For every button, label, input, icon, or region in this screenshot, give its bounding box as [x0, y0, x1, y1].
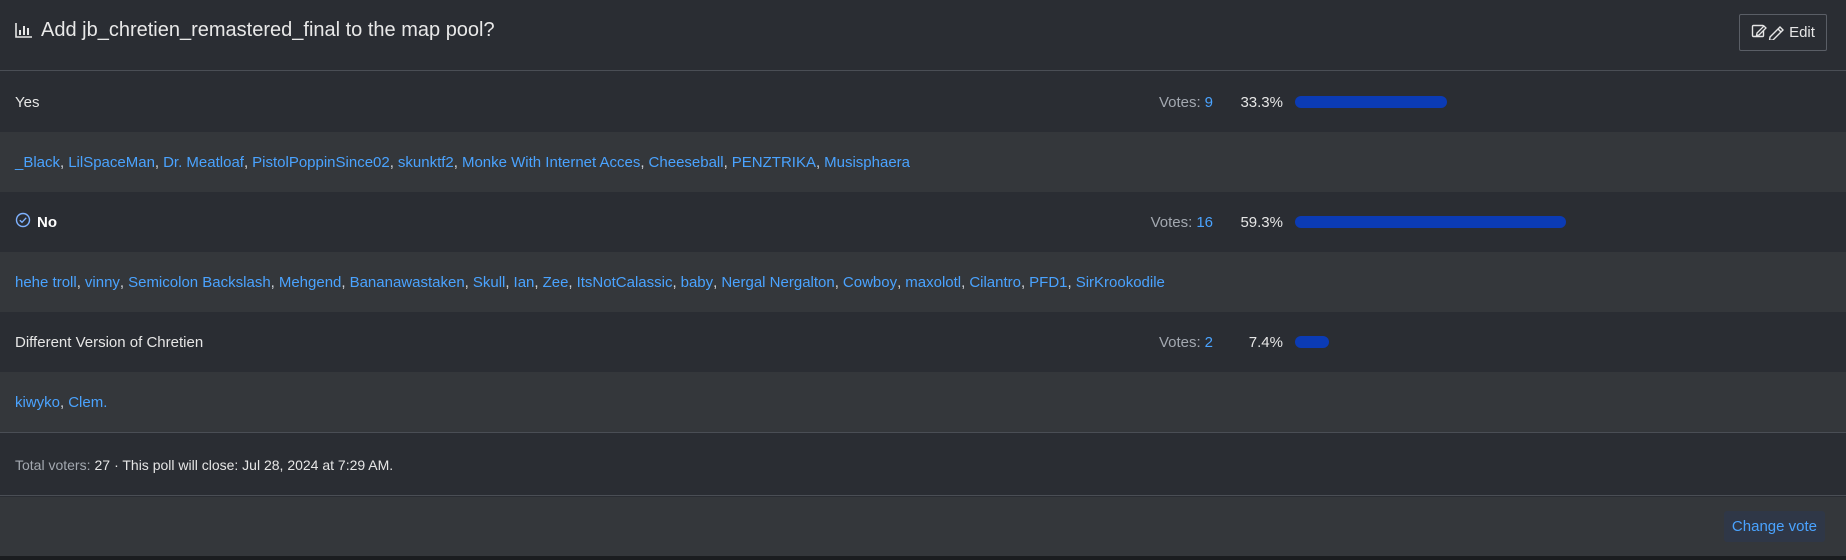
- poll-block: Add jb_chretien_remastered_final to the …: [0, 0, 1846, 560]
- votes-label: Votes:: [1158, 93, 1201, 111]
- vote-percent: 59.3%: [1240, 213, 1283, 231]
- poll-info: Total voters: 27 · This poll will close:…: [15, 433, 393, 497]
- voter-link[interactable]: Nergal Nergalton: [721, 274, 834, 291]
- voter-link[interactable]: vinny: [85, 274, 120, 291]
- voter-separator: ,: [672, 273, 677, 291]
- voter-separator: ,: [897, 273, 902, 291]
- option-label-text: No: [37, 213, 57, 231]
- option-label-chosen: No: [15, 192, 57, 252]
- voter-separator: ,: [640, 153, 645, 171]
- voter-list: _Black, LilSpaceMan, Dr. Meatloaf, PistolPo…: [15, 132, 1815, 192]
- bar-chart-icon: [15, 22, 33, 38]
- voter-separator: ,: [464, 273, 469, 291]
- voter-link[interactable]: LilSpaceMan: [68, 154, 155, 171]
- voter-separator: ,: [453, 153, 458, 171]
- vote-count-box: Votes: 16: [1151, 192, 1213, 252]
- voter-link[interactable]: PFD1: [1029, 274, 1067, 291]
- vote-percent: 33.3%: [1240, 93, 1283, 111]
- option-label: Different Version of Chretien: [15, 333, 204, 351]
- vote-bar: [1295, 336, 1615, 348]
- voter-list-row-yes: _Black, LilSpaceMan, Dr. Meatloaf, PistolPo…: [0, 132, 1846, 192]
- voter-link[interactable]: maxolotl: [905, 274, 961, 291]
- voter-list: kiwyko, Clem.: [15, 372, 1815, 432]
- voter-separator: ,: [834, 273, 839, 291]
- voter-link[interactable]: ItsNotCalassic: [577, 274, 673, 291]
- poll-actions-bar: Change vote: [0, 497, 1846, 556]
- voter-link[interactable]: baby: [681, 274, 714, 291]
- poll-title: Add jb_chretien_remastered_final to the …: [15, 16, 495, 44]
- voter-separator: ,: [961, 273, 966, 291]
- bottom-divider: [0, 556, 1846, 560]
- total-voters-count: 27: [94, 457, 111, 473]
- voter-separator: ,: [76, 273, 81, 291]
- voter-link[interactable]: Semicolon Backslash: [128, 274, 271, 291]
- vote-bar-fill: [1295, 216, 1567, 228]
- voter-separator: ,: [505, 273, 510, 291]
- voter-link[interactable]: Cheeseball: [649, 154, 724, 171]
- voter-separator: ,: [1021, 273, 1026, 291]
- voter-separator: ,: [568, 273, 573, 291]
- voter-separator: ,: [243, 153, 249, 171]
- voter-link[interactable]: _Black: [15, 154, 60, 171]
- voter-link[interactable]: Cowboy: [843, 274, 897, 291]
- voter-link[interactable]: Clem.: [68, 394, 107, 411]
- vote-count-link[interactable]: 9: [1205, 94, 1213, 111]
- total-voters-label: Total voters:: [15, 457, 91, 473]
- poll-option-no: No Votes: 16 59.3%: [0, 192, 1846, 252]
- voter-link[interactable]: Skull: [473, 274, 506, 291]
- voter-link[interactable]: Musisphaera: [824, 154, 910, 171]
- voter-separator: ,: [815, 153, 821, 171]
- poll-header: Add jb_chretien_remastered_final to the …: [0, 0, 1846, 71]
- poll-close-text: · This poll will close: Jul 28, 2024 at …: [114, 457, 394, 473]
- edit-button-label: Edit: [1789, 24, 1815, 41]
- option-label: Yes: [15, 93, 40, 111]
- vote-bar: [1295, 216, 1615, 228]
- voter-link[interactable]: skunktf2: [398, 154, 454, 171]
- voter-list-row-different-version: kiwyko, Clem.: [0, 372, 1846, 432]
- vote-count-box: Votes: 2: [1159, 312, 1213, 372]
- voter-link[interactable]: Monke With Internet Acces: [462, 154, 640, 171]
- voter-link[interactable]: SirKrookodile: [1076, 274, 1165, 291]
- voter-separator: ,: [389, 153, 394, 171]
- voter-link[interactable]: Dr. Meatloaf: [163, 154, 244, 171]
- vote-count-link[interactable]: 16: [1196, 214, 1213, 231]
- edit-icon: [1751, 22, 1785, 44]
- voter-link[interactable]: Ian: [514, 274, 535, 291]
- poll-option-different-version: Different Version of Chretien Votes: 2 7…: [0, 312, 1846, 372]
- votes-label: Votes:: [1150, 213, 1193, 231]
- vote-bar-fill: [1295, 336, 1329, 348]
- voter-separator: ,: [341, 273, 346, 291]
- voter-link[interactable]: PistolPoppinSince02: [252, 154, 390, 171]
- voter-separator: ,: [723, 153, 728, 171]
- voter-separator: ,: [60, 153, 65, 171]
- voter-link[interactable]: Mehgend: [279, 274, 342, 291]
- poll-footer: Total voters: 27 · This poll will close:…: [0, 432, 1846, 496]
- voter-list: hehe troll, vinny, Semicolon Backslash, Meh…: [15, 252, 1815, 312]
- voter-separator: ,: [154, 153, 160, 171]
- voter-list-row-no: hehe troll, vinny, Semicolon Backslash, Meh…: [0, 252, 1846, 312]
- voter-link[interactable]: PENZTRIKA: [732, 154, 816, 171]
- change-vote-button[interactable]: Change vote: [1723, 511, 1825, 542]
- voter-separator: ,: [534, 273, 539, 291]
- votes-label: Votes:: [1158, 333, 1201, 351]
- poll-title-text: Add jb_chretien_remastered_final to the …: [41, 18, 495, 41]
- edit-button[interactable]: Edit: [1739, 14, 1827, 51]
- vote-count-box: Votes: 9: [1159, 72, 1213, 132]
- check-circle-icon: [15, 212, 31, 232]
- voter-link[interactable]: hehe troll: [15, 274, 77, 291]
- vote-bar: [1295, 96, 1615, 108]
- voter-separator: ,: [1067, 273, 1072, 291]
- voter-link[interactable]: Cilantro: [969, 274, 1021, 291]
- vote-bar-fill: [1295, 96, 1448, 108]
- voter-link[interactable]: Bananawastaken: [350, 274, 465, 291]
- voter-separator: ,: [60, 393, 65, 411]
- voter-link[interactable]: kiwyko: [15, 394, 60, 411]
- poll-option-yes: Yes Votes: 9 33.3%: [0, 72, 1846, 132]
- voter-separator: ,: [119, 273, 125, 291]
- vote-percent: 7.4%: [1248, 333, 1283, 351]
- voter-separator: ,: [713, 273, 718, 291]
- voter-link[interactable]: Zee: [543, 274, 569, 291]
- vote-count-link[interactable]: 2: [1205, 334, 1213, 351]
- voter-separator: ,: [270, 273, 275, 291]
